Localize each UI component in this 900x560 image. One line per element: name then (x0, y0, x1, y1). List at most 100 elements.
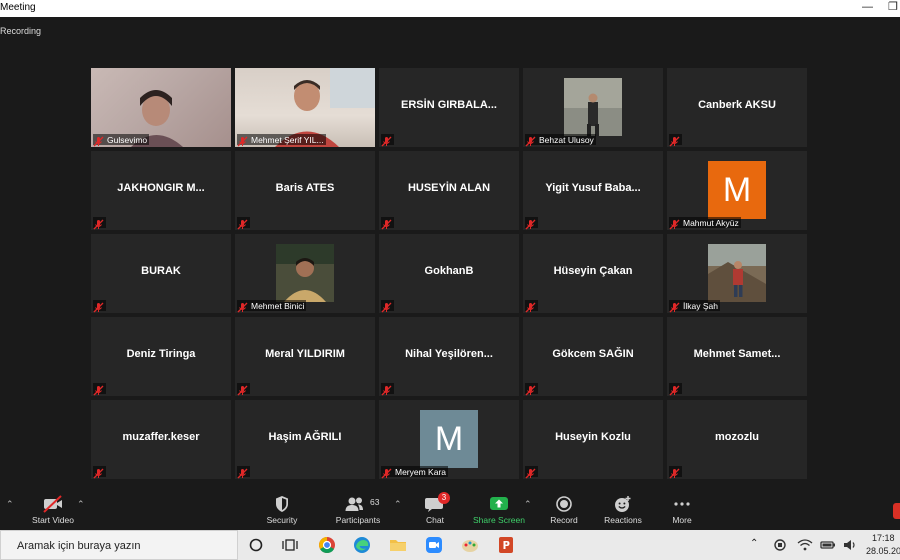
participant-tile[interactable]: Deniz Tiringa (91, 317, 231, 396)
participant-name: Meral YILDIRIM (265, 348, 345, 360)
shield-icon (247, 494, 317, 514)
participant-name: Hüseyin Çakan (553, 265, 633, 277)
mic-muted-icon (381, 134, 392, 147)
participant-photo (708, 244, 766, 302)
participant-status (381, 217, 394, 230)
tray-expand-icon[interactable]: ⌃ (750, 538, 758, 549)
participant-status (381, 383, 394, 396)
meeting-toolbar: ⌃ Start Video ⌃ Security 63 Participants… (0, 490, 900, 530)
mic-muted-icon (381, 217, 392, 230)
participant-status: Gulsevimo (93, 134, 150, 147)
edge-icon[interactable] (352, 535, 372, 555)
participant-name: Nihal Yeşilören... (405, 348, 493, 360)
participant-tile[interactable]: İlkay Şah (667, 234, 807, 313)
participant-label: Behzat Ulusoy (539, 134, 594, 145)
participant-name: GokhanB (424, 265, 474, 277)
minimize-icon[interactable]: — (862, 0, 873, 15)
participant-name: Deniz Tiringa (126, 348, 196, 360)
participant-status (381, 134, 394, 147)
participant-status (669, 466, 682, 479)
mic-muted-icon (93, 383, 104, 396)
participant-name: Huseyin Kozlu (555, 431, 631, 443)
participant-tile[interactable]: Yigit Yusuf Baba... (523, 151, 663, 230)
participant-label: Meryem Kara (395, 466, 447, 477)
participants-label: Participants (335, 515, 381, 525)
powerpoint-icon[interactable] (496, 535, 516, 555)
volume-icon[interactable] (840, 535, 860, 555)
mic-muted-icon (237, 383, 248, 396)
participant-name: JAKHONGIR M... (117, 182, 205, 194)
participant-tile[interactable]: Baris ATES (235, 151, 375, 230)
participant-tile[interactable]: Mehmet Binici (235, 234, 375, 313)
clock-date[interactable]: 28.05.202 (866, 546, 900, 556)
mic-muted-icon (93, 134, 104, 147)
participant-tile[interactable]: Meral YILDIRIM (235, 317, 375, 396)
participant-tile[interactable]: Haşim AĞRILI (235, 400, 375, 479)
windows-taskbar: Aramak için buraya yazın ⌃ 17:18 28.05.2… (0, 530, 900, 560)
security-label: Security (266, 515, 298, 525)
mic-muted-icon (381, 300, 392, 313)
mic-muted-icon (237, 217, 248, 230)
file-explorer-icon[interactable] (388, 535, 408, 555)
participant-status (237, 217, 250, 230)
participant-photo (276, 244, 334, 302)
cortana-circle-icon[interactable] (246, 535, 266, 555)
participant-tile[interactable]: HUSEYİN ALAN (379, 151, 519, 230)
participant-name: Mehmet Samet... (693, 348, 781, 360)
audio-options-caret-icon[interactable]: ⌃ (6, 499, 14, 510)
participant-tile[interactable]: mozozlu (667, 400, 807, 479)
clock-time[interactable]: 17:18 (872, 533, 895, 543)
participant-tile[interactable]: Gökcem SAĞIN (523, 317, 663, 396)
participant-tile[interactable]: ERSİN GIRBALA... (379, 68, 519, 147)
participant-tile[interactable]: Huseyin Kozlu (523, 400, 663, 479)
tray-app-icon[interactable] (770, 535, 790, 555)
more-button[interactable]: More (647, 494, 717, 528)
participant-tile[interactable]: Gulsevimo (91, 68, 231, 147)
participant-label: İlkay Şah (683, 300, 718, 311)
participant-tile[interactable]: JAKHONGIR M... (91, 151, 231, 230)
participant-status (525, 300, 538, 313)
participant-tile[interactable]: BURAK (91, 234, 231, 313)
participant-status (381, 300, 394, 313)
participant-tile[interactable]: GokhanB (379, 234, 519, 313)
participant-status (669, 134, 682, 147)
more-label: More (672, 515, 692, 525)
wifi-icon[interactable] (795, 535, 815, 555)
participant-tile[interactable]: Mehmet Samet... (667, 317, 807, 396)
participant-tile[interactable]: muzaffer.keser (91, 400, 231, 479)
recording-bar: Recording (0, 17, 900, 53)
participant-name: BURAK (141, 265, 181, 277)
participants-icon (323, 494, 393, 514)
participant-status: Behzat Ulusoy (525, 134, 596, 147)
chat-button[interactable]: 3 Chat (400, 492, 470, 528)
paint-app-icon[interactable] (460, 535, 480, 555)
task-view-icon[interactable] (280, 535, 300, 555)
participant-tile[interactable]: M Mahmut Akyüz (667, 151, 807, 230)
zoom-app-icon[interactable] (424, 535, 444, 555)
battery-icon[interactable] (818, 535, 838, 555)
share-screen-label: Share Screen (473, 515, 525, 525)
participant-tile[interactable]: Hüseyin Çakan (523, 234, 663, 313)
participant-tile[interactable]: Nihal Yeşilören... (379, 317, 519, 396)
participant-tile[interactable]: M Meryem Kara (379, 400, 519, 479)
participant-name: Haşim AĞRILI (268, 431, 342, 443)
participant-status: Meryem Kara (381, 466, 449, 479)
participant-tile[interactable]: Mehmet Şerif YIL... (235, 68, 375, 147)
participant-tile[interactable]: Behzat Ulusoy (523, 68, 663, 147)
end-meeting-button[interactable] (893, 503, 900, 519)
chrome-icon[interactable] (317, 535, 337, 555)
participant-name: Yigit Yusuf Baba... (545, 182, 641, 194)
participant-name: Canberk AKSU (698, 99, 776, 111)
participant-status (525, 383, 538, 396)
security-button[interactable]: Security (247, 494, 317, 528)
restore-icon[interactable]: ❐ (888, 0, 898, 15)
participant-status (525, 466, 538, 479)
mic-muted-icon (525, 300, 536, 313)
participant-name: Gökcem SAĞIN (552, 348, 634, 360)
participant-tile[interactable]: Canberk AKSU (667, 68, 807, 147)
participants-button[interactable]: 63 Participants (323, 494, 393, 528)
video-options-caret-icon[interactable]: ⌃ (77, 499, 85, 510)
participant-photo (564, 78, 622, 136)
gallery-view: Gulsevimo Mehmet Şerif YIL... ERSİN GIRBAL… (0, 53, 900, 490)
taskbar-search-box[interactable]: Aramak için buraya yazın (0, 530, 238, 560)
